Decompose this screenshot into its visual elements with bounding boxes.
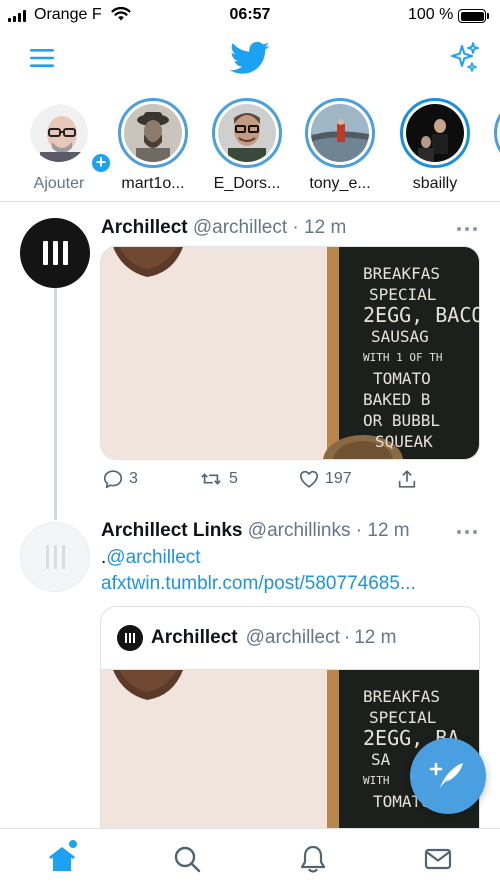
fleet-name: sbailly: [412, 175, 458, 192]
like-button[interactable]: 197: [298, 468, 352, 490]
add-plus-icon[interactable]: +: [90, 152, 112, 174]
battery-percentage: 100 %: [408, 6, 454, 23]
tweet-author-avatar[interactable]: [20, 522, 90, 592]
fleet-item[interactable]: E_Dors...: [204, 98, 290, 193]
quoted-timestamp: 12 m: [354, 627, 397, 648]
sparkle-icon[interactable]: [446, 40, 482, 76]
like-count: 197: [325, 470, 352, 487]
bottom-tab-bar: [0, 828, 500, 892]
tweet-header: Archillect @archillect · 12 m: [101, 217, 346, 239]
hamburger-menu-icon[interactable]: [28, 44, 56, 72]
tweet-timestamp: 12 m: [367, 520, 410, 541]
fleet-avatar: [124, 104, 182, 162]
fleet-name: tony_e...: [309, 175, 371, 192]
search-icon[interactable]: [171, 843, 203, 875]
compose-tweet-button[interactable]: [410, 738, 486, 814]
home-notification-dot: [69, 840, 77, 848]
fleet-ring: [118, 98, 188, 168]
fleet-item[interactable]: mart1o...: [110, 98, 196, 193]
more-options-icon[interactable]: [456, 528, 478, 536]
tweet-author-name[interactable]: Archillect Links: [101, 520, 243, 541]
mail-icon[interactable]: [422, 843, 454, 875]
fleet-avatar: [311, 104, 369, 162]
fleet-ring: [305, 98, 375, 168]
reply-icon: [103, 470, 123, 489]
retweet-button[interactable]: 5: [198, 468, 238, 490]
quoted-author-avatar: [117, 625, 143, 651]
separator-dot: ·: [355, 520, 363, 541]
separator-dot: ·: [292, 217, 299, 238]
share-button[interactable]: [396, 468, 418, 490]
reply-button[interactable]: 3: [102, 468, 138, 490]
battery-tip: [487, 13, 489, 19]
thread-connector: [54, 288, 57, 520]
fleet-ring: [400, 98, 470, 168]
chalkboard-text: BREAKFAS SPECIAL 2EGG, BACO SAUSAG WITH …: [363, 264, 480, 451]
separator-dot: ·: [343, 627, 351, 648]
quoted-tweet-header: Archillect @archillect · 12 m: [117, 625, 396, 651]
url-link[interactable]: afxtwin.tumblr.com/post/580774685...: [101, 571, 416, 597]
status-bar: Orange F 06:57 100 %: [0, 0, 500, 32]
fleet-name: mart1o...: [121, 175, 185, 192]
fleet-avatar: [406, 104, 464, 162]
tweet-body-line: .@archillect: [101, 545, 201, 571]
retweet-icon: [201, 473, 221, 485]
top-navigation-bar: [0, 32, 500, 88]
fleet-ring: [494, 98, 500, 168]
fleet-ring: [212, 98, 282, 168]
tweet-author-name[interactable]: Archillect: [101, 217, 188, 238]
tweet-actions: 3 5 197: [100, 468, 480, 496]
quoted-author-name: Archillect: [151, 627, 238, 648]
fleet-item-partial[interactable]: [486, 98, 500, 168]
fleet-avatar: [218, 104, 276, 162]
tweet-header: Archillect Links @archillinks · 12 m: [101, 520, 410, 542]
battery-icon: [458, 9, 486, 23]
heart-icon: [299, 470, 319, 488]
tweet-timestamp: 12 m: [304, 217, 347, 238]
tweet-author-handle[interactable]: @archillinks: [248, 520, 351, 541]
twitter-bird-icon[interactable]: [228, 38, 272, 78]
quoted-author-handle: @archillect: [245, 627, 340, 648]
compose-tweet-icon: [429, 762, 463, 788]
mention-link[interactable]: @archillect: [106, 547, 200, 568]
bell-icon[interactable]: [297, 843, 329, 875]
tweet-author-handle[interactable]: @archillect: [193, 217, 287, 238]
fleet-item[interactable]: tony_e...: [297, 98, 383, 193]
fleet-item[interactable]: sbailly: [392, 98, 478, 193]
more-options-icon[interactable]: [456, 225, 478, 233]
reply-count: 3: [129, 470, 138, 487]
share-icon: [398, 470, 416, 488]
fleet-add-own[interactable]: + Ajouter: [16, 98, 112, 193]
fleet-name: E_Dors...: [213, 175, 281, 192]
quoted-tweet-card[interactable]: Archillect @archillect · 12 m BREAKFAS S…: [100, 606, 480, 866]
fleets-carousel: + Ajouter mart1o... E_Dors... tony_e... …: [0, 92, 500, 202]
fleet-name: Ajouter: [33, 175, 85, 192]
own-avatar: [24, 98, 94, 168]
tweet-media-image[interactable]: BREAKFAS SPECIAL 2EGG, BACO SAUSAG WITH …: [100, 246, 480, 460]
retweet-count: 5: [229, 470, 238, 487]
tweet-author-avatar[interactable]: [20, 218, 90, 288]
profile-picture: [30, 104, 88, 162]
